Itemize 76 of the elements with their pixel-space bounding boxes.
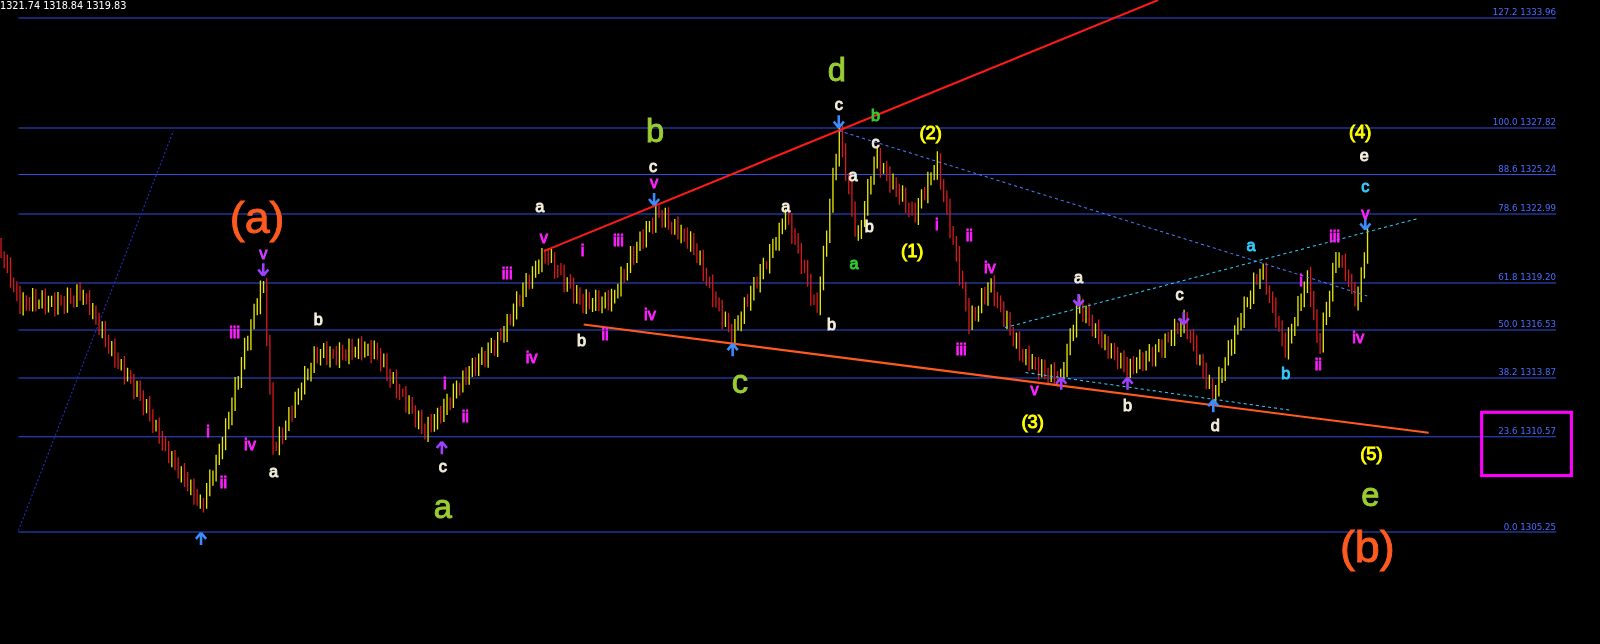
wave-label: i [443,373,447,392]
wave-label: iv [983,258,996,277]
wave-label: c [731,363,748,401]
wave-label: c [834,95,843,113]
wave-label: a [268,462,278,481]
wave-label: e [1361,475,1380,513]
wave-label: (3) [1021,411,1044,433]
wave-label: a [535,197,545,216]
wave-label: ii [219,472,228,491]
arrow-icon [194,531,208,547]
arrow-icon [647,191,661,207]
fibonacci-level-label: 50.0 1316.53 [1498,319,1557,330]
wave-label: (5) [1360,442,1383,464]
fibonacci-level-label: 100.0 1327.82 [1492,117,1557,128]
wave-label: c [438,457,447,476]
fibonacci-level-label: 38.2 1313.87 [1498,367,1557,378]
wave-label: ii [461,407,469,426]
price-quote: 1321.74 1318.84 1319.83 [0,0,127,12]
wave-label: iv [644,305,656,324]
wave-label: iii [229,322,241,341]
wave-label: (1) [901,239,924,261]
wave-label: (4) [1349,121,1372,143]
wave-label: b [313,310,323,329]
wave-label: (2) [919,122,942,144]
wave-label: i [1299,270,1303,289]
wave-label: iv [244,434,256,453]
wave-label: c [1175,284,1184,303]
wave-label: v [259,244,268,262]
wave-label: a [433,487,452,525]
arrow-icon [1177,311,1191,326]
wave-label: b [1123,396,1133,415]
wave-label: d [1210,416,1220,435]
arrow-icon [1054,376,1068,392]
wave-label: i [934,215,939,234]
wave-label: (b) [1339,521,1395,573]
arrow-icon [1072,292,1085,308]
wave-label: a [849,254,859,273]
wave-label: b [646,112,665,150]
wave-label: i [206,421,210,440]
wave-label: b [864,217,874,236]
fibonacci-level-label: 23.6 1310.57 [1498,426,1557,437]
wave-label: ii [1314,355,1322,374]
arrow-icon [726,342,740,358]
wave-label: v [539,227,548,246]
wave-label: c [871,132,880,151]
wave-label: ii [965,225,973,244]
wave-label: i [580,240,585,259]
wave-label: b [577,330,587,349]
wave-label: iii [501,264,513,283]
wave-label: d [827,51,846,89]
wave-label: v [1361,204,1370,223]
wave-label: b [1281,364,1291,383]
wave-label: e [1359,146,1369,165]
arrow-icon [832,114,846,129]
arrow-icon [1121,376,1134,392]
arrow-icon [256,262,270,277]
wave-label: iii [612,230,624,249]
wave-label: iv [525,348,538,367]
wave-label: iii [955,339,967,358]
wave-label: b [827,315,837,334]
wave-label: (a) [229,191,285,243]
fibonacci-level-label: 0.0 1305.25 [1503,521,1557,532]
wave-label: v [1030,379,1039,398]
fibonacci-level-label: 88.6 1325.24 [1498,164,1557,174]
wave-label: a [781,197,791,216]
fibonacci-level-label: 78.6 1322.99 [1498,203,1557,214]
wave-label: iii [1329,226,1341,245]
fibonacci-level-label: 61.8 1319.20 [1498,272,1557,283]
wave-label: ii [601,324,609,343]
fibonacci-level-label: 127.2 1333.96 [1492,7,1557,18]
arrow-icon [435,440,449,456]
wave-label: a [1246,235,1256,254]
wave-label: iv [1352,327,1365,346]
wave-label: a [1074,268,1084,287]
arrow-icon [1206,398,1220,414]
wave-label: c [1361,176,1370,195]
